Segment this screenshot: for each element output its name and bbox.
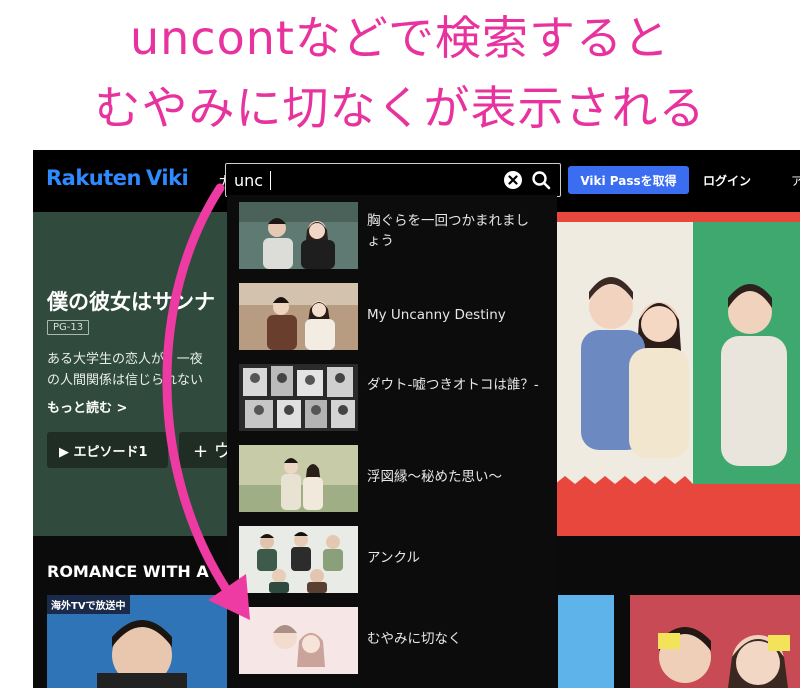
search-box[interactable] bbox=[225, 163, 561, 197]
viki-screenshot: RakutenViki カ Viki Passを取得 ログイン ア 僕の彼女はサ… bbox=[33, 150, 800, 688]
caption-line-2: むやみに切なくが表示される bbox=[94, 81, 706, 135]
search-result-item[interactable]: 浮図縁～秘めた思い～ bbox=[227, 438, 557, 519]
show-card-1[interactable]: 海外TVで放送中 bbox=[47, 595, 231, 688]
show-card-2[interactable] bbox=[558, 595, 614, 688]
hero-description-line-1: ある大学生の恋人が、一夜 bbox=[47, 352, 203, 367]
hero-title: 僕の彼女はサンナ bbox=[47, 290, 215, 314]
hero-poster-art bbox=[555, 212, 800, 536]
search-result-item[interactable]: 胸ぐらを一回つかまれましょう bbox=[227, 195, 557, 276]
rating-badge: PG-13 bbox=[47, 320, 90, 335]
show-card-3-art bbox=[630, 595, 800, 688]
show-card-3[interactable] bbox=[630, 595, 800, 688]
search-result-item[interactable]: アンクル bbox=[227, 519, 557, 600]
caption-line-1: uncontなどで検索すると bbox=[129, 11, 670, 65]
result-thumbnail bbox=[239, 364, 358, 431]
result-title: ダウト-嘘つきオトコは誰？- bbox=[367, 377, 539, 393]
search-icon[interactable] bbox=[531, 170, 551, 190]
result-title: My Uncanny Destiny bbox=[367, 307, 506, 323]
result-title: 浮図縁～秘めた思い～ bbox=[367, 469, 502, 485]
result-title: 胸ぐらを一回つかまれましょう bbox=[367, 213, 529, 249]
result-thumbnail bbox=[239, 445, 358, 512]
search-suggestions-dropdown: 胸ぐらを一回つかまれましょう My Uncanny Destiny ダウト-嘘つ… bbox=[227, 195, 557, 688]
result-thumbnail bbox=[239, 526, 358, 593]
row-title: ROMANCE WITH A bbox=[47, 562, 209, 581]
on-air-badge: 海外TVで放送中 bbox=[47, 595, 130, 614]
episode-1-button[interactable]: ▶ エピソード1 bbox=[47, 432, 168, 468]
nav-item-partial-right[interactable]: ア bbox=[791, 172, 800, 189]
hero-description-line-2: の人間関係は信じられない bbox=[47, 373, 204, 388]
search-result-item[interactable]: My Uncanny Destiny bbox=[227, 276, 557, 357]
result-title: アンクル bbox=[367, 550, 421, 566]
result-title: むやみに切なく bbox=[367, 631, 462, 647]
result-thumbnail bbox=[239, 202, 358, 269]
search-result-item[interactable]: ダウト-嘘つきオトコは誰？- bbox=[227, 357, 557, 438]
logo-rakuten-text: Rakuten bbox=[46, 166, 142, 190]
hero-description: ある大学生の恋人が、一夜 の人間関係は信じられない bbox=[47, 349, 203, 391]
result-thumbnail bbox=[239, 283, 358, 350]
login-link[interactable]: ログイン bbox=[703, 172, 751, 189]
text-caret bbox=[270, 171, 271, 190]
viki-pass-button[interactable]: Viki Passを取得 bbox=[568, 166, 689, 194]
search-result-item[interactable]: むやみに切なく bbox=[227, 600, 557, 681]
rakuten-viki-logo[interactable]: Rakuten Viki bbox=[46, 166, 189, 190]
read-more-link[interactable]: もっと読む > bbox=[47, 397, 127, 416]
logo-viki-text: Viki bbox=[146, 166, 189, 190]
clear-icon[interactable] bbox=[503, 170, 523, 190]
result-thumbnail bbox=[239, 607, 358, 674]
search-input[interactable] bbox=[234, 169, 494, 191]
